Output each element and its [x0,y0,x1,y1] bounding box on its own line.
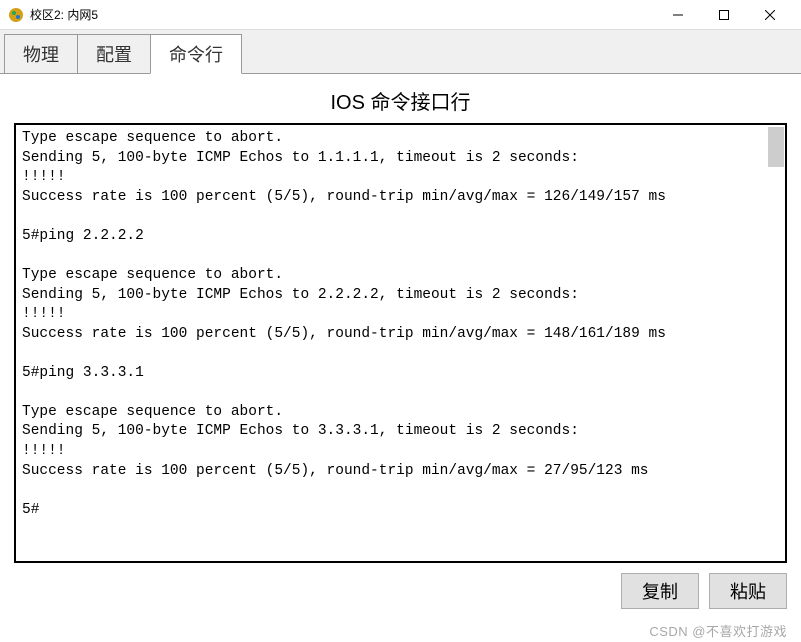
terminal-container: Type escape sequence to abort. Sending 5… [14,123,787,563]
content-area: IOS 命令接口行 Type escape sequence to abort.… [0,74,801,619]
panel-title: IOS 命令接口行 [14,86,787,115]
button-row: 复制 粘贴 [14,573,787,609]
tab-bar: 物理 配置 命令行 [0,30,801,74]
watermark: CSDN @不喜欢打游戏 [649,621,787,640]
terminal-output[interactable]: Type escape sequence to abort. Sending 5… [14,123,787,563]
tab-cli[interactable]: 命令行 [150,34,242,74]
tab-physical[interactable]: 物理 [4,34,78,73]
copy-button[interactable]: 复制 [621,573,699,609]
paste-button[interactable]: 粘贴 [709,573,787,609]
titlebar: 校区2: 内网5 [0,0,801,30]
window-title: 校区2: 内网5 [30,6,655,23]
scrollbar-thumb[interactable] [768,127,784,167]
window-controls [655,0,793,29]
tab-config[interactable]: 配置 [77,34,151,73]
close-button[interactable] [747,0,793,30]
maximize-button[interactable] [701,0,747,30]
app-icon [8,7,24,23]
minimize-button[interactable] [655,0,701,30]
